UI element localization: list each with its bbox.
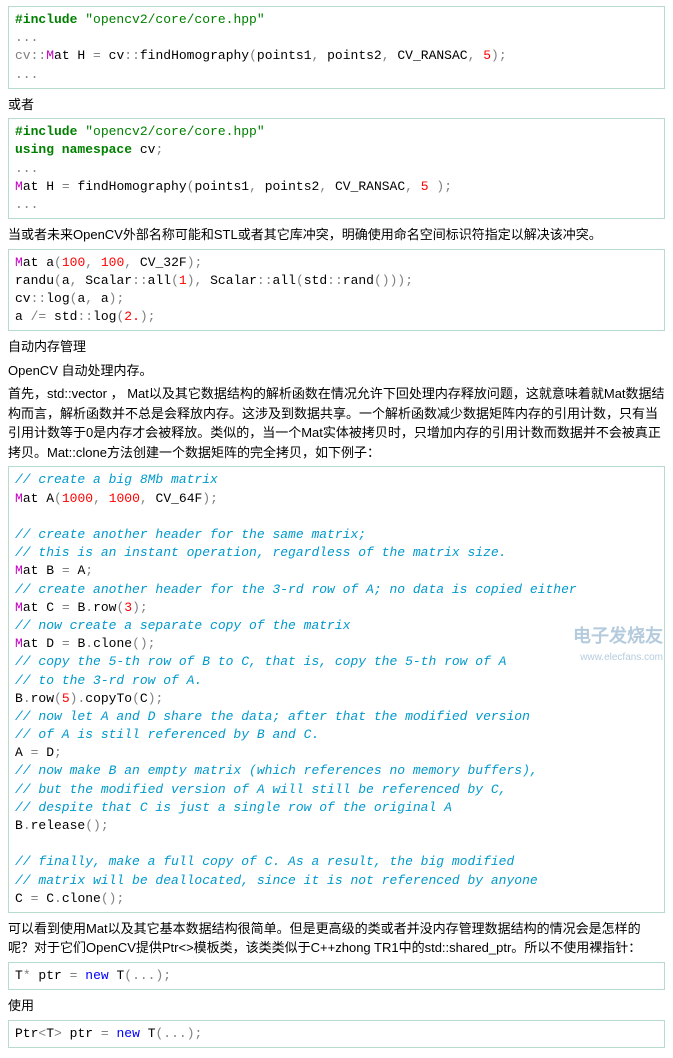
code-block-5: T* ptr = new T(...);: [8, 962, 665, 990]
code-block-1: #include "opencv2/core/core.hpp" ... cv:…: [8, 6, 665, 89]
code-block-6: Ptr<T> ptr = new T(...);: [8, 1020, 665, 1048]
text-memory-intro: OpenCV 自动处理内存。: [8, 361, 665, 381]
text-ptr: 可以看到使用Mat以及其它基本数据结构很简单。但是更高级的类或者并没内存管理数据…: [8, 919, 665, 958]
text-memory-title: 自动内存管理: [8, 337, 665, 357]
text-use: 使用: [8, 996, 665, 1016]
code-block-2: #include "opencv2/core/core.hpp" using n…: [8, 118, 665, 219]
code-block-3: Mat a(100, 100, CV_32F); randu(a, Scalar…: [8, 249, 665, 332]
text-namespace: 当或者未来OpenCV外部名称可能和STL或者其它库冲突，明确使用命名空间标识符…: [8, 225, 665, 245]
code-block-4: // create a big 8Mb matrix Mat A(1000, 1…: [8, 466, 665, 913]
text-or: 或者: [8, 95, 665, 115]
text-memory-body: 首先，std::vector ， Mat以及其它数据结构的解析函数在情况允许下回…: [8, 384, 665, 462]
